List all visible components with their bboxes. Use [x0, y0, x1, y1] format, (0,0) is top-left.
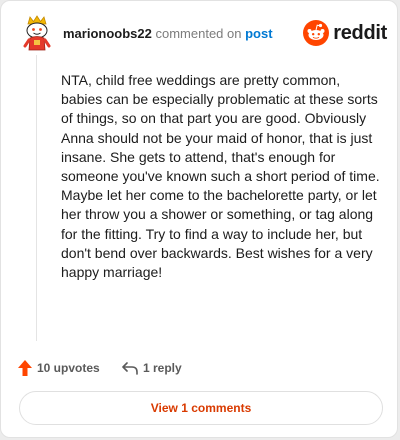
username-link[interactable]: marionoobs22 — [63, 26, 152, 41]
comment-body: NTA, child free weddings are pretty comm… — [61, 72, 380, 281]
reply-button[interactable]: 1 reply — [121, 357, 182, 379]
thread-line — [36, 55, 37, 341]
upvote-button[interactable]: 10 upvotes — [17, 357, 100, 379]
reddit-logo[interactable]: reddit — [303, 19, 387, 47]
comment-header: marionoobs22 commented on post reddit — [21, 15, 387, 51]
upvote-arrow-icon — [18, 360, 32, 376]
view-comments-button[interactable]: View 1 comments — [19, 391, 383, 425]
reddit-snoo-icon — [303, 20, 330, 46]
comment-card: marionoobs22 commented on post reddit NT… — [0, 0, 398, 438]
reply-arrow-icon — [122, 362, 138, 375]
action-text: commented on — [155, 26, 242, 41]
comment-actions: 10 upvotes 1 reply — [17, 357, 377, 379]
reddit-wordmark: reddit — [333, 21, 387, 44]
snoo-avatar-icon — [23, 15, 51, 51]
comment-meta: marionoobs22 commented on post — [63, 26, 273, 41]
reply-count: 1 reply — [143, 361, 182, 375]
upvote-count: 10 upvotes — [37, 361, 100, 375]
user-avatar[interactable] — [21, 15, 53, 51]
post-link[interactable]: post — [245, 26, 272, 41]
